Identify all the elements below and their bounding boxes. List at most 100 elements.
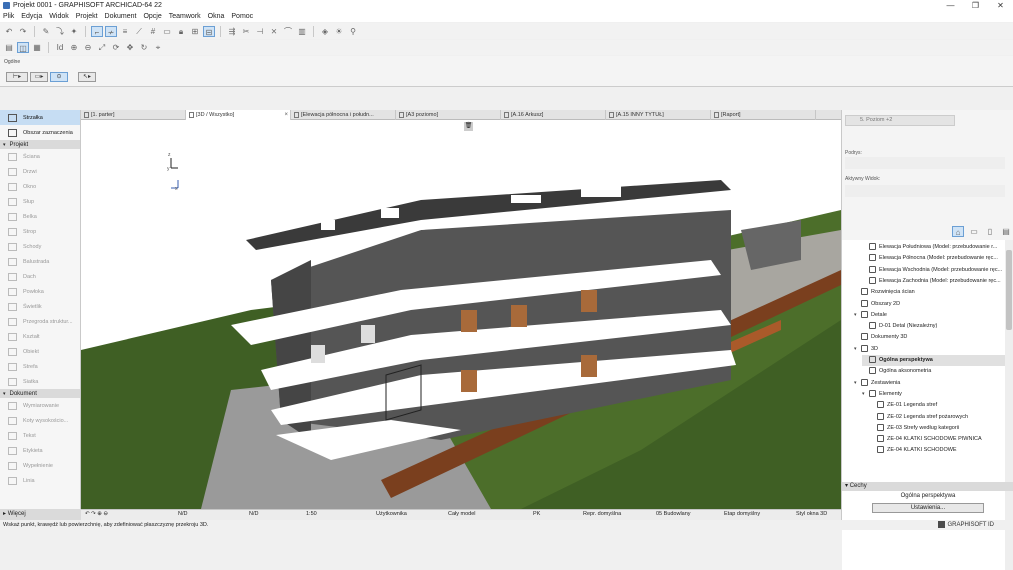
chevron-down-icon[interactable]: ▾ [854,310,861,321]
tool-swietlik[interactable]: Świetlik [0,299,80,314]
tool-koty-wysokoscio[interactable]: Koty wysokościo... [0,413,80,428]
snap-points-icon[interactable]: ≁ [105,25,117,37]
level-selector[interactable]: 5. Poziom +2 [845,115,955,126]
toolbox-section-projekt[interactable]: ▾ Projekt [0,140,80,149]
pen-set[interactable]: PK [533,511,540,517]
zoom-out-icon[interactable]: ⊖ [82,42,94,53]
navigator-item[interactable]: Elewacja Południowa (Model: przebudowani… [862,242,1012,253]
intersect-icon[interactable]: ⨯ [268,26,280,37]
navigator-item[interactable]: D-01 Detal (Niezależny) [862,321,1012,332]
suspend-groups-icon[interactable]: ⊟ [203,25,215,37]
menu-plik[interactable]: Plik [3,13,14,20]
3d-model-render[interactable] [81,120,841,509]
walk-icon[interactable]: ⚲ [347,26,359,37]
undo-icon[interactable]: ↶ [3,26,15,37]
constraint-icon[interactable]: ⟋ [133,26,145,37]
tool-schody[interactable]: Schody [0,239,80,254]
3d-viewport[interactable]: z y x 🗑︎ [81,120,841,509]
navigator-item[interactable]: Ogólna perspektywa [862,355,1012,366]
navigator-item[interactable]: Dokumenty 3D [854,332,1004,343]
navigator-item[interactable]: ZE-04 KLATKI SCHODOWE [870,445,1013,456]
trash-icon[interactable]: 🗑︎ [464,122,473,131]
split-icon[interactable]: ✂ [240,26,252,37]
zoom-in-icon[interactable]: ⊕ [68,42,80,53]
marquee-icon[interactable]: ▭ [161,26,173,37]
tab-5[interactable]: [A.15 INNY TYTUŁ] [606,110,711,120]
properties-header[interactable]: ▾ Cechy [842,482,1013,491]
etap-filter[interactable]: Etap domyślny [724,511,760,517]
3d-style[interactable]: Styl okna 3D [796,511,827,517]
arrow-box-button[interactable]: ▭▸ [30,72,48,82]
tool-kszta-t[interactable]: Kształt [0,329,80,344]
toolbox-section-dokument[interactable]: ▾ Dokument [0,389,80,398]
tool-strefa[interactable]: Strefa [0,359,80,374]
tab-3[interactable]: [A3 poziomo] [396,110,501,120]
tool-tekst[interactable]: Tekst [0,428,80,443]
layer-combination[interactable]: Użytkownika [376,511,407,517]
navigator-item[interactable]: ZE-04 KLATKI SCHODOWE PIWNICA [870,434,1013,445]
publisher-icon[interactable]: ▤ [1000,226,1012,237]
fit-icon[interactable]: ⤢ [96,42,108,53]
menu-widok[interactable]: Widok [49,13,68,20]
rebuild-icon[interactable]: ↻ [138,42,150,53]
lock-icon[interactable]: 🔒︎ [175,26,187,37]
pan-icon[interactable]: ✥ [124,42,136,53]
navigator-item[interactable]: ▾ Detale [854,310,1004,321]
tool-wype-nienie[interactable]: Wypełnienie [0,458,80,473]
settings-button[interactable]: Ustawienia... [872,503,984,513]
tool-sciana[interactable]: Ściana [0,149,80,164]
menu-edycja[interactable]: Edycja [21,13,42,20]
maximize-button[interactable]: ❐ [963,0,988,11]
representation[interactable]: Repr. domyślna [583,511,621,517]
menu-dokument[interactable]: Dokument [105,13,137,20]
project-map-icon[interactable]: ⌂ [952,226,964,237]
chevron-down-icon[interactable]: ▾ [854,378,861,389]
tool-drzwi[interactable]: Drzwi [0,164,80,179]
navigator-item[interactable]: ZE-01 Legenda stref [870,400,1013,411]
tool-s-up[interactable]: Słup [0,194,80,209]
renovation-phase[interactable]: 05 Budowlany [656,511,691,517]
gravity-icon[interactable]: ≡ [119,26,131,37]
navigator-item[interactable]: ZE-02 Legenda stref pożarowych [870,412,1013,423]
tool-balustrada[interactable]: Balustrada [0,254,80,269]
menu-teamwork[interactable]: Teamwork [169,13,201,20]
fillet-icon[interactable]: ⌒ [282,26,294,37]
menu-pomoc[interactable]: Pomoc [231,13,253,20]
navigator-item[interactable]: Rozwinięcia ścian [854,287,1004,298]
scale-value[interactable]: 1:50 [306,511,317,517]
tab-4[interactable]: [A.16 Arkusz] [501,110,606,120]
tool-okno[interactable]: Okno [0,179,80,194]
tool-wymiarowanie[interactable]: Wymiarowanie [0,398,80,413]
chevron-down-icon[interactable]: ▾ [862,389,869,400]
model-view[interactable]: Cały model [448,511,476,517]
id-icon[interactable]: Id [54,42,66,53]
close-button[interactable]: ✕ [988,0,1013,11]
graphisoft-id[interactable]: GRAPHISOFT ID [938,520,994,530]
navigator-item[interactable]: Ogólna aksonometria [862,366,1012,377]
adjust-icon[interactable]: ⊣ [254,26,266,37]
tab-0[interactable]: [1. parter] [81,110,186,120]
tool-marquee[interactable]: Obszar zaznaczenia [0,125,80,140]
navigator-item[interactable]: Obszary 2D [854,299,1004,310]
chevron-down-icon[interactable]: ▾ [854,344,861,355]
tool-linia[interactable]: Linia [0,473,80,488]
floor-plan-icon[interactable]: ▤ [3,42,15,53]
tool-etykieta[interactable]: Etykieta [0,443,80,458]
grid-snap-icon[interactable]: # [147,26,159,37]
3d-window-icon[interactable]: ◫ [17,42,29,53]
group-icon[interactable]: ⊞ [189,26,201,37]
section-3d-icon[interactable]: ◈ [319,26,331,37]
view-slider[interactable] [845,185,1005,197]
minimize-button[interactable]: — [938,0,963,11]
layout-book-icon[interactable]: ▯ [984,226,996,237]
undo-status-icon[interactable]: ↶ ↷ ⊕ ⊖ [85,511,108,517]
navigator-item[interactable]: ZE-03 Strefy według kategorii [870,423,1013,434]
navigator-item[interactable]: Elewacja Północna (Model: przebudowanie … [862,253,1012,264]
tab-2[interactable]: [Elewacja północna i połudn... [291,110,396,120]
cursor-mode-button[interactable]: ↖▸ [78,72,96,82]
render-icon[interactable]: ☀ [333,26,345,37]
curtain-icon[interactable]: ▥ [296,26,308,37]
pointer-settings-button[interactable]: ⊙ [50,72,68,82]
snap-guides-icon[interactable]: ⌐ [91,25,103,37]
tab-6[interactable]: [Raport] [711,110,816,120]
